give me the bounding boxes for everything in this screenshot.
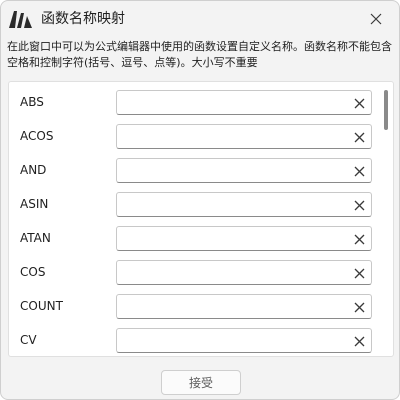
function-name-label: ASIN — [20, 197, 49, 211]
custom-name-field — [116, 260, 372, 285]
function-row: ABS — [9, 85, 379, 119]
function-row: CV — [9, 323, 379, 356]
function-row: COS — [9, 255, 379, 289]
close-icon — [370, 13, 382, 25]
function-name-label: ATAN — [20, 231, 51, 245]
custom-name-input[interactable] — [117, 329, 345, 352]
function-name-label: AND — [20, 163, 47, 177]
function-name-label: CV — [20, 333, 37, 347]
function-row: AND — [9, 153, 379, 187]
close-button[interactable] — [361, 5, 391, 33]
custom-name-input[interactable] — [117, 227, 345, 250]
clear-x-icon — [354, 234, 364, 244]
dialog-description: 在此窗口中可以为公式编辑器中使用的函数设置自定义名称。函数名称不能包含空格和控制… — [7, 40, 392, 69]
custom-name-field — [116, 124, 372, 149]
dialog-title: 函数名称映射 — [41, 11, 125, 27]
clear-button[interactable] — [349, 195, 369, 215]
function-name-label: ABS — [20, 95, 44, 109]
clear-button[interactable] — [349, 229, 369, 249]
custom-name-input[interactable] — [117, 159, 345, 182]
title-bar: 函数名称映射 — [1, 1, 399, 37]
clear-x-icon — [354, 132, 364, 142]
accept-button[interactable]: 接受 — [161, 370, 241, 395]
custom-name-input[interactable] — [117, 193, 345, 216]
custom-name-field — [116, 90, 372, 115]
function-row: ACOS — [9, 119, 379, 153]
clear-button[interactable] — [349, 161, 369, 181]
clear-x-icon — [354, 166, 364, 176]
clear-button[interactable] — [349, 93, 369, 113]
custom-name-input[interactable] — [117, 91, 345, 114]
clear-button[interactable] — [349, 331, 369, 351]
custom-name-input[interactable] — [117, 261, 345, 284]
function-row: ATAN — [9, 221, 379, 255]
clear-x-icon — [354, 336, 364, 346]
custom-name-field — [116, 158, 372, 183]
clear-x-icon — [354, 268, 364, 278]
clear-button[interactable] — [349, 127, 369, 147]
clear-x-icon — [354, 98, 364, 108]
custom-name-input[interactable] — [117, 295, 345, 318]
custom-name-field — [116, 328, 372, 353]
function-name-label: COUNT — [20, 299, 63, 313]
clear-button[interactable] — [349, 297, 369, 317]
function-list-panel: ABS ACOS AND ASIN ATAN COS COUNT CV — [8, 81, 394, 357]
custom-name-field — [116, 294, 372, 319]
scroll-thumb[interactable] — [384, 90, 388, 130]
clear-x-icon — [354, 200, 364, 210]
app-logo-icon — [9, 11, 32, 28]
function-row: ASIN — [9, 187, 379, 221]
function-name-mapping-dialog: 函数名称映射 在此窗口中可以为公式编辑器中使用的函数设置自定义名称。函数名称不能… — [0, 0, 400, 400]
vertical-scrollbar[interactable] — [379, 82, 393, 356]
function-name-label: COS — [20, 265, 46, 279]
clear-button[interactable] — [349, 263, 369, 283]
custom-name-field — [116, 192, 372, 217]
function-row: COUNT — [9, 289, 379, 323]
custom-name-input[interactable] — [117, 125, 345, 148]
custom-name-field — [116, 226, 372, 251]
function-name-label: ACOS — [20, 129, 54, 143]
clear-x-icon — [354, 302, 364, 312]
